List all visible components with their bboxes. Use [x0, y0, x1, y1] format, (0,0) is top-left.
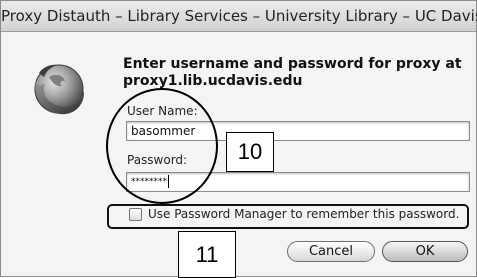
cancel-button[interactable]: Cancel	[287, 241, 375, 262]
title-bar: Proxy Distauth – Library Services – Univ…	[1, 1, 477, 32]
auth-dialog: Proxy Distauth – Library Services – Univ…	[0, 0, 477, 278]
auth-prompt: Enter username and password for proxy at…	[123, 56, 462, 89]
firefox-icon	[29, 59, 87, 121]
password-manager-label[interactable]: Use Password Manager to remember this pa…	[148, 207, 459, 221]
ok-button[interactable]: OK	[382, 241, 468, 262]
annotation-circle	[106, 88, 218, 204]
annotation-callout-10: 10	[226, 132, 274, 172]
window-title: Proxy Distauth – Library Services – Univ…	[1, 7, 477, 25]
password-manager-checkbox[interactable]	[129, 208, 142, 221]
annotation-callout-11: 11	[178, 231, 236, 278]
